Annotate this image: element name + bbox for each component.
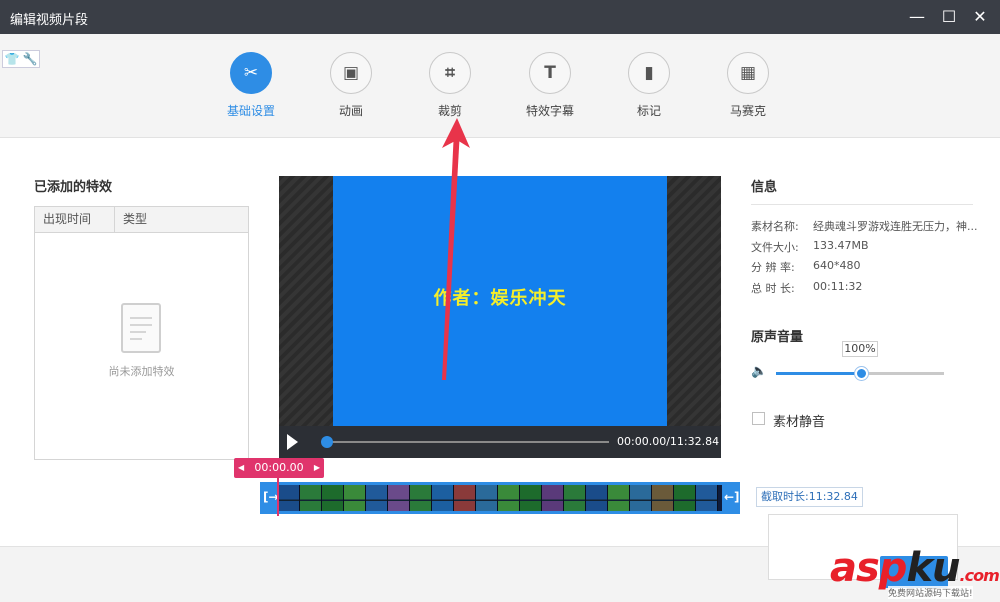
trim-end-handle[interactable]: ←] bbox=[724, 490, 740, 504]
video-preview[interactable]: 作者：娱乐冲天 bbox=[279, 176, 721, 426]
mute-checkbox[interactable] bbox=[752, 412, 765, 425]
info-divider bbox=[751, 204, 973, 205]
effects-table-header: 出现时间 类型 bbox=[35, 207, 248, 233]
info-title: 信息 bbox=[751, 180, 778, 195]
thumbnail-frame bbox=[608, 485, 630, 511]
thumbnail-frame bbox=[564, 485, 586, 511]
tab-text[interactable]: T 特效字幕 bbox=[505, 52, 595, 119]
info-row: 素材名称: 经典魂斗罗游戏连胜无压力，神... bbox=[751, 218, 981, 239]
scissors-icon: ✂ bbox=[230, 52, 272, 94]
playhead[interactable] bbox=[277, 478, 279, 516]
tab-label: 特效字幕 bbox=[525, 104, 574, 118]
thumbnail-frame bbox=[674, 485, 696, 511]
tab-label: 马赛克 bbox=[729, 104, 766, 118]
info-key: 素材名称: bbox=[751, 220, 799, 233]
speaker-icon[interactable]: 🔈 bbox=[751, 364, 767, 379]
thumbnail-frame bbox=[410, 485, 432, 511]
tab-bookmark[interactable]: ▮ 标记 bbox=[604, 52, 694, 119]
info-value: 133.47MB bbox=[813, 238, 869, 252]
tab-label: 标记 bbox=[636, 104, 661, 118]
minimize-icon[interactable]: — bbox=[906, 7, 928, 27]
info-key: 总 时 长: bbox=[751, 281, 795, 295]
thumbnail-frame bbox=[432, 485, 454, 511]
tab-crop[interactable]: ⌗ 裁剪 bbox=[405, 52, 495, 119]
tab-mosaic[interactable]: ▦ 马赛克 bbox=[703, 52, 793, 119]
thumbnail-frame bbox=[300, 485, 322, 511]
crop-icon: ⌗ bbox=[429, 52, 471, 94]
bookmark-icon: ▮ bbox=[628, 52, 670, 94]
player-controls: 00:00.00/11:32.84 bbox=[279, 426, 721, 458]
thumbnail-frame bbox=[498, 485, 520, 511]
maximize-icon[interactable]: ☐ bbox=[938, 7, 960, 27]
column-appear-time: 出现时间 bbox=[35, 207, 115, 232]
column-type: 类型 bbox=[123, 212, 148, 226]
thumbnail-frame bbox=[586, 485, 608, 511]
thumbnail-frame bbox=[696, 485, 718, 511]
animation-icon: ▣ bbox=[330, 52, 372, 94]
shirt-icon[interactable]: 👕 bbox=[5, 52, 20, 66]
info-row: 分 辨 率: 640*480 bbox=[751, 259, 981, 280]
clip-duration: 截取时长:11:32.84 bbox=[756, 487, 863, 507]
tab-scissors[interactable]: ✂ 基础设置 bbox=[206, 52, 296, 119]
thumbnail-frame bbox=[322, 485, 344, 511]
thumbnail-frame bbox=[388, 485, 410, 511]
info-row: 文件大小: 133.47MB bbox=[751, 239, 981, 260]
play-icon[interactable] bbox=[287, 434, 298, 450]
empty-document-icon bbox=[121, 303, 161, 353]
info-value: 00:11:32 bbox=[813, 279, 863, 293]
progress-track[interactable] bbox=[323, 441, 609, 443]
volume-title: 原声音量 bbox=[751, 330, 804, 345]
thumbnail-frame bbox=[520, 485, 542, 511]
thumbnail-frame bbox=[344, 485, 366, 511]
info-value: 经典魂斗罗游戏连胜无压力，神... bbox=[813, 220, 978, 233]
video-screen: 作者：娱乐冲天 bbox=[333, 176, 667, 426]
effects-panel-title: 已添加的特效 bbox=[34, 180, 113, 195]
tab-label: 基础设置 bbox=[226, 104, 275, 118]
progress-knob[interactable] bbox=[321, 436, 333, 448]
thumbnail-frame bbox=[630, 485, 652, 511]
tab-animation[interactable]: ▣ 动画 bbox=[306, 52, 396, 119]
volume-value: 100% bbox=[842, 341, 878, 357]
step-back-icon[interactable]: ◀ bbox=[238, 458, 244, 478]
volume-knob[interactable] bbox=[855, 367, 868, 380]
mosaic-icon: ▦ bbox=[727, 52, 769, 94]
tab-label: 裁剪 bbox=[437, 104, 462, 118]
thumbnail-frames bbox=[278, 485, 722, 511]
step-forward-icon[interactable]: ▶ bbox=[314, 458, 320, 478]
info-list: 素材名称: 经典魂斗罗游戏连胜无压力，神... 文件大小: 133.47MB 分 辨 率… bbox=[751, 218, 981, 300]
video-caption: 作者：娱乐冲天 bbox=[433, 288, 567, 309]
thumbnail-frame bbox=[542, 485, 564, 511]
thumbnail-frame bbox=[278, 485, 300, 511]
current-time-tag[interactable]: ◀ 00:00.00 ▶ bbox=[234, 458, 324, 478]
close-icon[interactable]: ✕ bbox=[969, 7, 991, 27]
watermark-subtitle: 免费网站源码下载站! bbox=[888, 586, 973, 599]
edit-toolbar: 👕 🔧 bbox=[0, 34, 1000, 138]
volume-fill bbox=[776, 372, 860, 375]
thumbnail-frame bbox=[652, 485, 674, 511]
mute-label: 素材静音 bbox=[773, 415, 826, 430]
window-title: 编辑视频片段 bbox=[10, 13, 89, 28]
text-icon: T bbox=[529, 52, 571, 94]
wrench-icon[interactable]: 🔧 bbox=[23, 52, 38, 66]
info-key: 文件大小: bbox=[751, 240, 799, 254]
thumbnail-frame bbox=[454, 485, 476, 511]
tab-label: 动画 bbox=[338, 104, 363, 118]
effects-table: 出现时间 类型 尚未添加特效 bbox=[34, 206, 249, 460]
thumbnail-frame bbox=[476, 485, 498, 511]
info-key: 分 辨 率: bbox=[751, 261, 795, 274]
timecode: 00:00.00/11:32.84 bbox=[617, 435, 720, 448]
thumbnail-frame bbox=[366, 485, 388, 511]
empty-effects-text: 尚未添加特效 bbox=[108, 365, 175, 378]
info-row: 总 时 长: 00:11:32 bbox=[751, 280, 981, 301]
title-bar: 编辑视频片段 — ☐ ✕ bbox=[0, 0, 1000, 34]
info-value: 640*480 bbox=[813, 259, 861, 272]
timeline-strip[interactable]: [→ ←] bbox=[260, 478, 740, 516]
skin-tools: 👕 🔧 bbox=[2, 50, 40, 68]
current-time: 00:00.00 bbox=[254, 461, 304, 474]
